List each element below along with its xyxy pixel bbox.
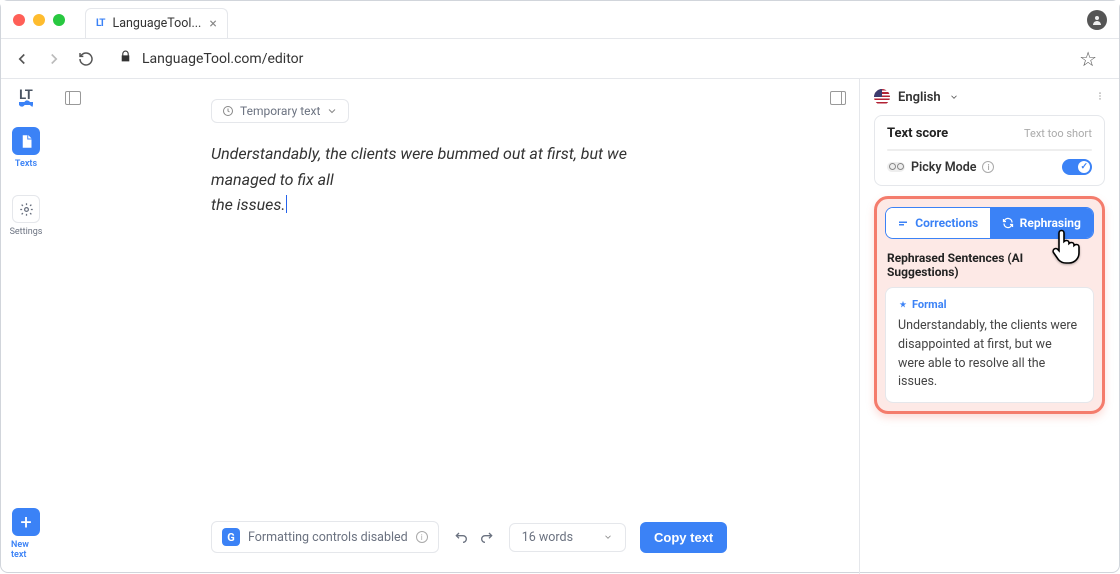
new-text-button[interactable]: + New text	[11, 504, 41, 564]
tab-favicon: LT	[96, 18, 105, 29]
tab-rephrasing[interactable]: Rephrasing	[990, 208, 1094, 238]
corrections-icon	[897, 217, 909, 229]
rephrasing-highlight-box: Corrections Rephrasing Rephrased Sentenc…	[874, 196, 1105, 414]
forward-button[interactable]	[45, 50, 63, 68]
window-controls	[13, 14, 65, 26]
plus-icon: +	[12, 508, 40, 536]
tab-label: Corrections	[915, 216, 978, 230]
chevron-down-icon	[603, 532, 613, 542]
more-menu-icon[interactable]	[1095, 90, 1105, 105]
picky-mode-toggle[interactable]: ✓	[1062, 159, 1092, 175]
document-icon	[19, 134, 34, 149]
window-titlebar: LT LanguageTool... ×	[1, 1, 1119, 39]
formatting-status-text: Formatting controls disabled	[248, 530, 408, 545]
right-panel: English Text score Text too short Picky …	[859, 79, 1119, 574]
sidebar-item-label: New text	[11, 540, 41, 560]
picky-mode-label: Picky Mode	[911, 160, 976, 175]
document-title: Temporary text	[240, 104, 320, 118]
picky-mode-icon	[887, 162, 905, 172]
copy-text-button[interactable]: Copy text	[640, 522, 727, 553]
tab-close-icon[interactable]: ×	[209, 16, 216, 32]
suggestion-card[interactable]: Formal Understandably, the clients were …	[885, 287, 1094, 403]
info-icon[interactable]: i	[982, 161, 994, 173]
sidebar-item-label: Texts	[15, 159, 37, 169]
sidebar-item-settings[interactable]: Settings	[11, 191, 41, 241]
back-button[interactable]	[13, 50, 31, 68]
toggle-left-panel-icon[interactable]	[65, 91, 81, 105]
flag-us-icon	[874, 89, 890, 105]
chevron-down-icon	[326, 105, 338, 117]
language-selector[interactable]: English	[874, 89, 1105, 105]
text-cursor	[286, 195, 287, 213]
maximize-window-button[interactable]	[53, 14, 65, 26]
formal-icon	[898, 300, 908, 310]
undo-icon[interactable]	[453, 529, 469, 545]
grammarly-badge-icon: G	[222, 528, 240, 546]
left-sidebar: LT Texts Settings + New text	[1, 79, 51, 574]
editor-bottom-bar: G Formatting controls disabled i 16 word…	[211, 514, 819, 574]
panel-tab-switch: Corrections Rephrasing	[885, 207, 1094, 239]
picky-mode-row: Picky Mode i ✓	[887, 159, 1092, 175]
word-count-chip[interactable]: 16 words	[509, 523, 626, 552]
suggestion-text: Understandably, the clients were disappo…	[898, 317, 1081, 392]
editor-line: the issues.	[211, 195, 285, 214]
editor-textarea[interactable]: Understandably, the clients were bummed …	[211, 141, 691, 218]
tab-title: LanguageTool...	[113, 16, 202, 31]
sidebar-item-label: Settings	[10, 227, 43, 237]
redo-icon[interactable]	[479, 529, 495, 545]
clock-icon	[222, 105, 234, 117]
tab-label: Rephrasing	[1020, 216, 1081, 230]
score-note: Text too short	[1024, 127, 1092, 140]
url-text: LanguageTool.com/editor	[142, 51, 303, 67]
close-window-button[interactable]	[13, 14, 25, 26]
language-label: English	[898, 90, 941, 105]
editor-area: Temporary text Understandably, the clien…	[51, 79, 859, 574]
info-icon: i	[416, 531, 428, 543]
suggestion-tag: Formal	[898, 298, 1081, 311]
address-bar[interactable]: LanguageTool.com/editor ☆	[109, 45, 1107, 73]
app-logo[interactable]: LT	[19, 89, 33, 105]
bookmark-star-icon[interactable]: ☆	[1079, 47, 1097, 71]
lock-icon	[119, 50, 132, 67]
document-title-chip[interactable]: Temporary text	[211, 99, 349, 123]
rephrasing-icon	[1002, 217, 1014, 229]
chevron-down-icon	[949, 92, 959, 102]
suggestions-section-title: Rephrased Sentences (AI Suggestions)	[887, 251, 1094, 279]
profile-avatar[interactable]	[1087, 10, 1107, 30]
sidebar-item-texts[interactable]: Texts	[11, 123, 41, 173]
formatting-status-chip[interactable]: G Formatting controls disabled i	[211, 521, 439, 553]
tab-corrections[interactable]: Corrections	[886, 208, 990, 238]
reload-button[interactable]	[77, 50, 95, 68]
text-score-card: Text score Text too short Picky Mode i ✓	[874, 115, 1105, 186]
editor-line: Understandably, the clients were bummed …	[211, 144, 627, 189]
toggle-right-panel-icon[interactable]	[830, 91, 846, 105]
minimize-window-button[interactable]	[33, 14, 45, 26]
browser-toolbar: LanguageTool.com/editor ☆	[1, 39, 1119, 79]
score-progress-bar	[887, 149, 1092, 151]
gear-icon	[19, 202, 34, 217]
word-count: 16 words	[522, 530, 573, 545]
suggestion-tag-label: Formal	[912, 298, 947, 311]
browser-tab[interactable]: LT LanguageTool... ×	[85, 8, 228, 38]
app-main: LT Texts Settings + New text Temporary t…	[1, 79, 1119, 574]
undo-redo-group	[453, 529, 495, 545]
score-title: Text score	[887, 126, 948, 141]
